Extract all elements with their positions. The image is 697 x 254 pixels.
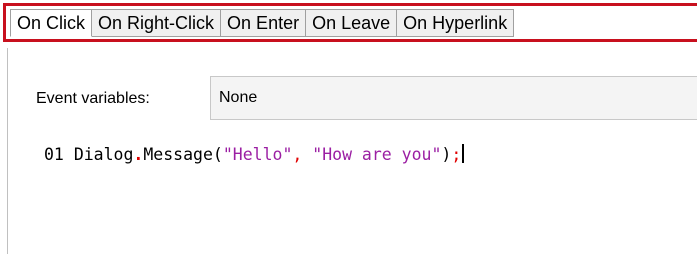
code-string-arg1: "Hello" [222, 145, 293, 164]
text-caret [462, 144, 465, 163]
code-dot-operator: . [133, 145, 144, 164]
code-semicolon: ; [451, 145, 462, 164]
code-line: 01 Dialog.Message("Hello", "How are you"… [44, 144, 465, 164]
tab-on-click[interactable]: On Click [10, 9, 93, 37]
line-number: 01 [44, 145, 64, 164]
panel-divider [7, 48, 8, 254]
code-object: Dialog [73, 145, 134, 164]
tab-on-hyperlink[interactable]: On Hyperlink [397, 9, 515, 37]
tabs-row: On Click On Right-Click On Enter On Leav… [10, 9, 515, 37]
event-tabstrip: On Click On Right-Click On Enter On Leav… [0, 0, 697, 48]
code-string-arg2: "How are you" [312, 145, 442, 164]
code-editor[interactable]: 01 Dialog.Message("Hello", "How are you"… [36, 136, 697, 254]
code-comma: , [292, 145, 303, 164]
code-open-paren: ( [212, 145, 223, 164]
tab-on-leave[interactable]: On Leave [306, 9, 398, 37]
code-method: Message [143, 145, 213, 164]
code-close-paren: ) [441, 145, 452, 164]
tab-on-right-click[interactable]: On Right-Click [92, 9, 222, 37]
event-variables-field[interactable]: None [210, 76, 697, 120]
tab-on-enter[interactable]: On Enter [221, 9, 307, 37]
event-variables-label: Event variables: [36, 90, 150, 107]
tab-content-panel: Event variables: None 01 Dialog.Message(… [0, 48, 697, 254]
